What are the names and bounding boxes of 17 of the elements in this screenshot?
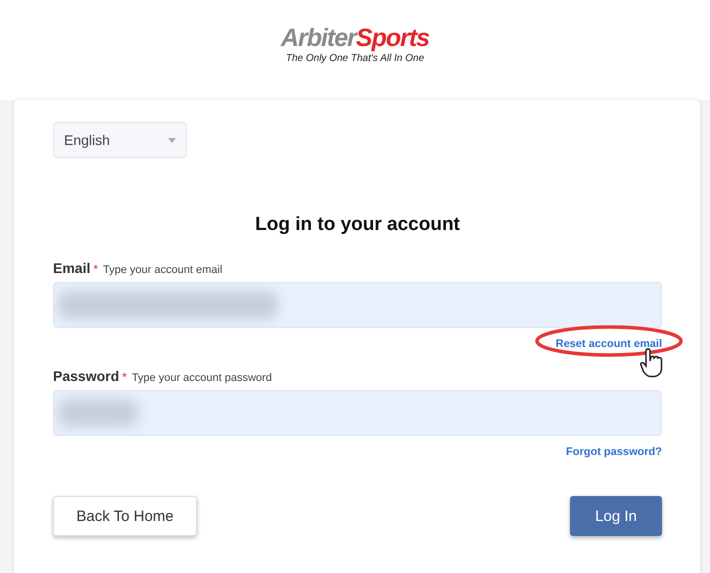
caret-icon [168, 138, 176, 142]
logo-wordmark: Arbiter [280, 24, 356, 52]
field-label: Password [53, 368, 120, 384]
required-mark: * [122, 370, 127, 384]
required-mark: * [93, 262, 98, 276]
field-hint: Type your account email [103, 264, 222, 276]
button[interactable]: Log In [570, 496, 662, 536]
logo-tagline: The Only One That's All In One [286, 53, 424, 64]
button[interactable]: Back To Home [53, 496, 197, 536]
field-label: Email [53, 260, 90, 276]
input-field[interactable] [53, 282, 662, 328]
link[interactable]: Forgot password? [566, 446, 662, 458]
field-hint: Type your account password [132, 372, 272, 384]
form-title: Log in to your account [254, 214, 461, 236]
language-dropdown[interactable]: English [53, 122, 187, 158]
input-field[interactable] [53, 390, 662, 436]
logo-wordmark: Sports [356, 24, 430, 52]
